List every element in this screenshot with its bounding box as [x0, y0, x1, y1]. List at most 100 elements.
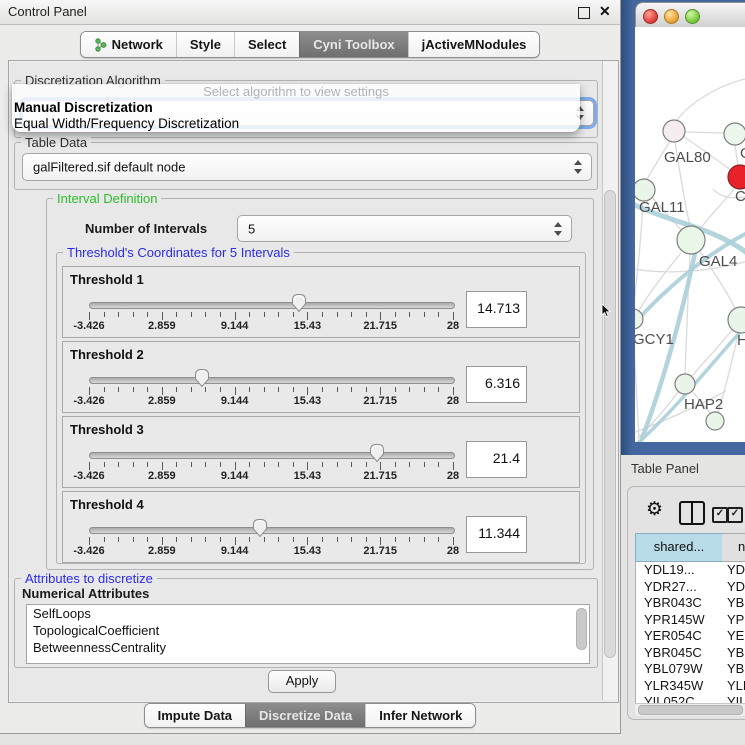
- network-node[interactable]: [675, 374, 695, 394]
- tab-jactivemnodules[interactable]: jActiveMNodules: [408, 32, 540, 57]
- table-row[interactable]: YBR045CYBR0: [636, 645, 745, 662]
- tab-style[interactable]: Style: [176, 32, 234, 57]
- slider-track[interactable]: [89, 302, 455, 309]
- network-node[interactable]: [635, 179, 655, 201]
- network-graph: GAL80GCGAL11GAL4GCY1HHAP2: [635, 27, 745, 442]
- tab-label: Impute Data: [158, 708, 232, 723]
- combo-arrows-icon: [574, 160, 582, 174]
- node-label: HAP2: [684, 396, 723, 413]
- checkbox-checked-icon[interactable]: ✓: [727, 507, 743, 523]
- network-node[interactable]: [724, 123, 745, 145]
- network-node[interactable]: [728, 165, 745, 189]
- dropdown-option-equal-width[interactable]: Equal Width/Frequency Discretization: [12, 116, 580, 132]
- content-scrollbar-thumb[interactable]: [604, 190, 616, 658]
- network-icon: [94, 38, 107, 52]
- apply-button[interactable]: Apply: [268, 670, 336, 693]
- network-node[interactable]: [706, 412, 724, 430]
- tab-label: Infer Network: [379, 708, 462, 723]
- network-canvas[interactable]: GAL80GCGAL11GAL4GCY1HHAP2: [635, 27, 745, 442]
- slider-track[interactable]: [89, 452, 455, 459]
- column-header-shared-name[interactable]: shared...: [635, 533, 723, 562]
- list-item[interactable]: BetweennessCentrality: [27, 639, 589, 656]
- close-icon[interactable]: ✕: [599, 3, 611, 20]
- tab-impute-data[interactable]: Impute Data: [145, 704, 245, 727]
- table-row[interactable]: YER054CYER0: [636, 628, 745, 645]
- slider-track[interactable]: [89, 377, 455, 384]
- threshold-value-field[interactable]: 6.316: [466, 366, 527, 403]
- threshold-1-panel: Threshold 1 -3.4262.8599.14415.4321.7152…: [62, 266, 580, 338]
- table-hscrollbar-thumb[interactable]: [638, 705, 743, 715]
- tab-cyni-toolbox[interactable]: Cyni Toolbox: [299, 32, 407, 57]
- table-row[interactable]: YBR043CYBR0: [636, 595, 745, 612]
- dropdown-option-manual[interactable]: Manual Discretization: [12, 100, 580, 116]
- list-item[interactable]: TopologicalCoefficient: [27, 622, 589, 639]
- column-header-name[interactable]: na: [722, 533, 745, 562]
- node-label: GCY1: [635, 331, 674, 348]
- slider-scale-labels: -3.4262.8599.14415.4321.71528: [89, 395, 453, 408]
- traffic-light-zoom-icon[interactable]: [685, 9, 700, 24]
- group-title: Table Data: [21, 135, 91, 150]
- node-label: H: [737, 332, 745, 349]
- screen: { "icons": {"close": "✕", "gear": "⚙", "…: [0, 0, 745, 745]
- tab-discretize-data[interactable]: Discretize Data: [245, 704, 365, 727]
- threshold-value-field[interactable]: 11.344: [466, 516, 527, 553]
- network-view-window: GAL80GCGAL11GAL4GCY1HHAP2: [635, 2, 745, 442]
- table-row[interactable]: YDL19...YDL1: [636, 562, 745, 579]
- threshold-label: Threshold 1: [70, 272, 144, 287]
- group-title: Threshold's Coordinates for 5 Intervals: [63, 245, 294, 260]
- table-row[interactable]: YIL052CYIL0: [636, 694, 745, 703]
- tab-label: Select: [248, 37, 286, 52]
- table-row[interactable]: YPR145WYPR1: [636, 612, 745, 629]
- network-node[interactable]: [663, 120, 685, 142]
- threshold-label: Threshold 2: [70, 347, 144, 362]
- threshold-value-field[interactable]: 21.4: [466, 441, 527, 478]
- list-scrollbar[interactable]: [576, 608, 587, 650]
- threshold-value-field[interactable]: 14.713: [466, 291, 527, 328]
- float-window-icon[interactable]: [578, 7, 590, 19]
- network-window-titlebar[interactable]: [635, 2, 745, 29]
- mouse-cursor: [601, 304, 611, 318]
- slider-thumb[interactable]: [369, 443, 385, 463]
- number-of-intervals-label: Number of Intervals: [85, 221, 207, 236]
- combo-arrows-icon: [554, 222, 562, 236]
- slider-scale-labels: -3.4262.8599.14415.4321.71528: [89, 320, 453, 333]
- traffic-light-close-icon[interactable]: [643, 9, 658, 24]
- gear-icon[interactable]: ⚙: [646, 500, 663, 519]
- group-title: Attributes to discretize: [21, 571, 157, 586]
- threshold-4-panel: Threshold 4 -3.4262.8599.14415.4321.7152…: [62, 491, 580, 563]
- network-node[interactable]: [728, 307, 745, 333]
- tab-infer-network[interactable]: Infer Network: [365, 704, 475, 727]
- threshold-2-panel: Threshold 2 -3.4262.8599.14415.4321.7152…: [62, 341, 580, 413]
- tab-label: Network: [112, 37, 163, 52]
- number-of-intervals-combo[interactable]: 5: [237, 215, 572, 242]
- network-node[interactable]: [677, 226, 705, 254]
- numerical-attributes-list[interactable]: SelfLoopsTopologicalCoefficientBetweenne…: [26, 604, 590, 664]
- table-data-combo[interactable]: galFiltered.sif default node: [22, 153, 592, 181]
- table-row[interactable]: YLR345WYLR3: [636, 678, 745, 695]
- combo-value: 5: [248, 221, 255, 236]
- node-label: C: [735, 188, 745, 205]
- slider-thumb[interactable]: [291, 293, 307, 313]
- tab-label: jActiveMNodules: [422, 37, 527, 52]
- table-header: shared... na: [635, 533, 745, 562]
- algorithm-dropdown-popup: Select algorithm to view settings Manual…: [12, 84, 580, 132]
- node-label: G: [740, 145, 745, 162]
- table-row[interactable]: YBL079WYBL0: [636, 661, 745, 678]
- threshold-3-panel: Threshold 3 -3.4262.8599.14415.4321.7152…: [62, 416, 580, 488]
- slider-track[interactable]: [89, 527, 455, 534]
- checkbox-checked-icon[interactable]: ✓: [712, 507, 728, 523]
- tab-network[interactable]: Network: [81, 32, 176, 57]
- bottom-tab-group: Impute Data Discretize Data Infer Networ…: [144, 703, 477, 728]
- threshold-label: Threshold 3: [70, 422, 144, 437]
- node-label: GAL11: [639, 199, 685, 216]
- table-row[interactable]: YDR27...YDR2: [636, 579, 745, 596]
- dropdown-placeholder: Select algorithm to view settings: [12, 84, 580, 100]
- slider-thumb[interactable]: [252, 518, 268, 538]
- list-item[interactable]: SelfLoops: [27, 605, 589, 622]
- tab-select[interactable]: Select: [234, 32, 299, 57]
- split-columns-icon[interactable]: [679, 501, 705, 525]
- slider-thumb[interactable]: [194, 368, 210, 388]
- traffic-light-minimize-icon[interactable]: [664, 9, 679, 24]
- network-node[interactable]: [635, 309, 643, 329]
- table-body[interactable]: YDL19...YDL1YDR27...YDR2YBR043CYBR0YPR14…: [635, 562, 745, 703]
